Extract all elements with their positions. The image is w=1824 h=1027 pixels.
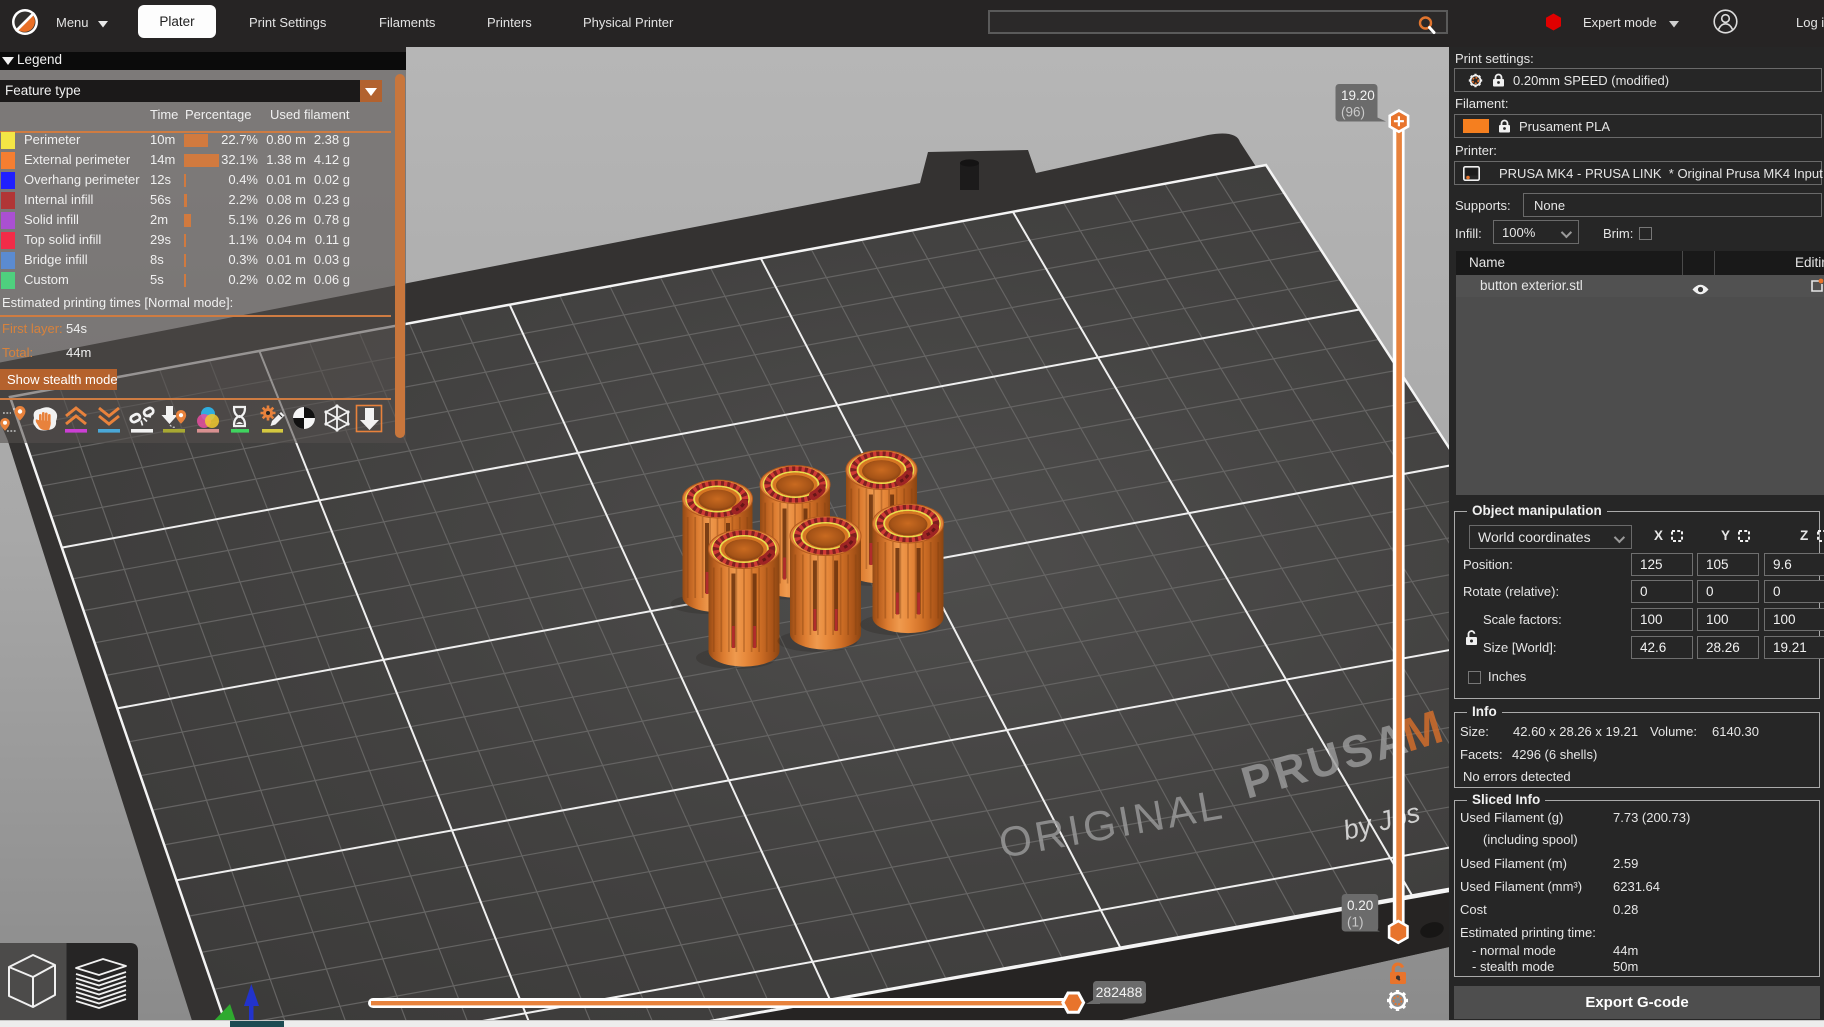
svg-text:19.20: 19.20 — [1341, 88, 1375, 103]
svg-text:(96): (96) — [1341, 105, 1365, 120]
svg-text:(1): (1) — [1347, 915, 1364, 930]
svg-text:0.20: 0.20 — [1347, 898, 1373, 913]
svg-text:282488: 282488 — [1096, 984, 1143, 1000]
